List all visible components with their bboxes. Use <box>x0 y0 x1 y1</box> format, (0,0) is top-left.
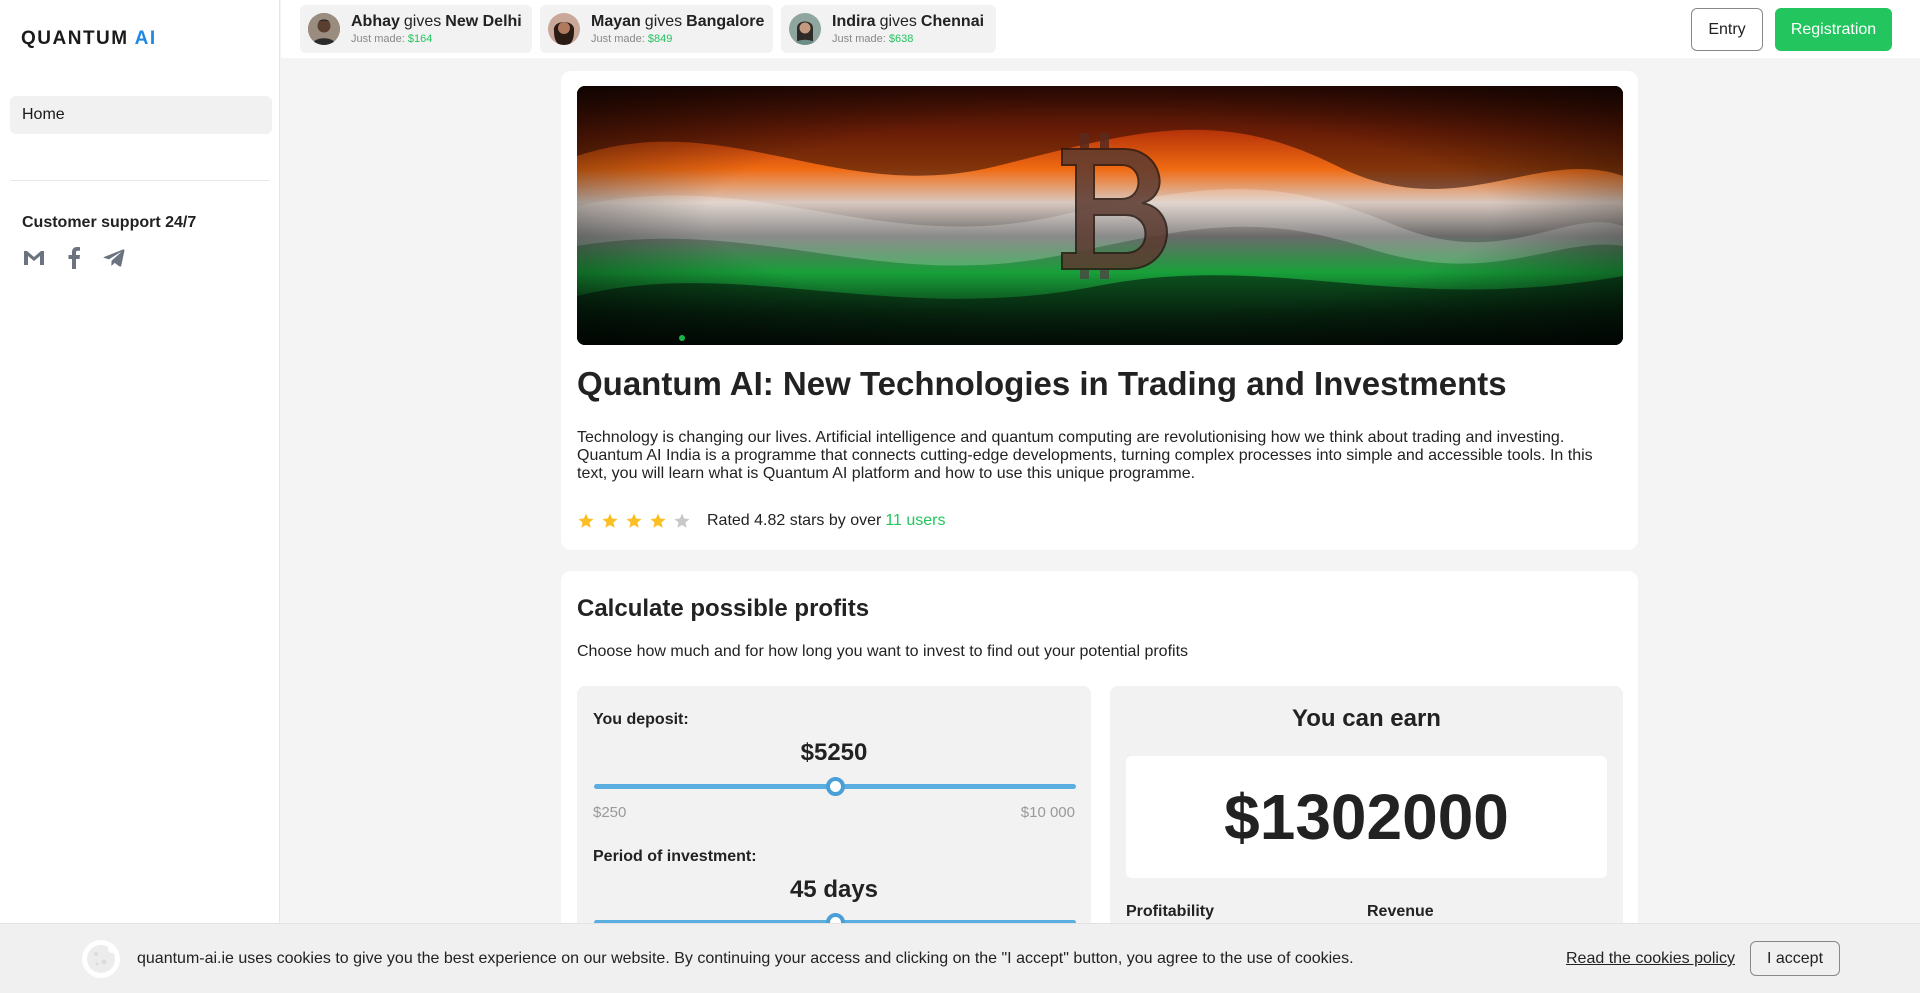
logo[interactable]: QUANTUM AI <box>21 28 157 50</box>
notif-city: Bangalore <box>686 13 765 30</box>
rating-users-link[interactable]: 11 users <box>885 512 945 529</box>
support-title: Customer support 24/7 <box>22 214 197 231</box>
notification-3: Indira gives Chennai Just made: $638 <box>781 5 996 53</box>
entry-button[interactable]: Entry <box>1691 8 1763 51</box>
earn-title: You can earn <box>1292 705 1441 732</box>
star-icon <box>578 513 594 528</box>
notif-gives: gives <box>403 13 442 30</box>
cookie-icon <box>82 940 120 978</box>
profitability-label: Profitability <box>1126 903 1215 920</box>
notif-city: New Delhi <box>445 13 522 30</box>
revenue-label: Revenue <box>1367 903 1434 920</box>
deposit-value: $5250 <box>800 739 868 766</box>
deposit-min: $250 <box>593 804 627 821</box>
notif-amount: $164 <box>407 33 433 45</box>
deposit-slider[interactable] <box>594 777 1076 796</box>
cookie-banner: quantum-ai.ie uses cookies to give you t… <box>0 923 1920 993</box>
deposit-max: $10 000 <box>1020 804 1075 821</box>
intro-card: Quantum AI: New Technologies in Trading … <box>561 71 1638 550</box>
calculator-subtitle: Choose how much and for how long you wan… <box>577 643 1189 660</box>
notif-name: Abhay <box>351 13 400 30</box>
accept-cookies-button[interactable]: I accept <box>1750 941 1840 976</box>
rating-text: Rated 4.82 stars by over <box>707 512 882 529</box>
deposit-label: You deposit: <box>593 711 689 728</box>
hero-image <box>577 86 1623 345</box>
notif-name: Mayan <box>591 13 641 30</box>
star-icon <box>674 513 690 528</box>
topbar: Abhay gives New Delhi Just made: $164 Maya… <box>281 0 1920 58</box>
article-description: Technology is changing our lives. Artifi… <box>577 429 1593 482</box>
notif-made-label: Just made: <box>832 33 886 45</box>
notif-city: Chennai <box>920 13 985 30</box>
earn-value: $1302000 <box>1126 756 1607 878</box>
social-links <box>22 246 126 270</box>
notif-made-label: Just made: <box>591 33 645 45</box>
star-icon <box>626 513 642 528</box>
notif-made-label: Just made: <box>351 33 405 45</box>
cookie-policy-link[interactable]: Read the cookies policy <box>1566 950 1735 968</box>
sidebar-divider <box>10 180 270 181</box>
sidebar: QUANTUM AI Home Customer support 24/7 <box>0 0 280 993</box>
gmail-icon[interactable] <box>22 246 46 270</box>
avatar <box>308 13 340 45</box>
notif-amount: $638 <box>888 33 914 45</box>
facebook-icon[interactable] <box>62 246 86 270</box>
registration-button[interactable]: Registration <box>1775 8 1892 51</box>
period-value: 45 days <box>789 876 879 903</box>
notif-name: Indira <box>832 13 876 30</box>
logo-main: QUANTUM <box>21 28 129 49</box>
logo-accent: AI <box>134 28 157 49</box>
period-label: Period of investment: <box>593 848 757 865</box>
notif-gives: gives <box>879 13 917 30</box>
calculator-title: Calculate possible profits <box>577 595 870 622</box>
bitcoin-india-flag-image <box>577 86 1623 345</box>
cookie-text: quantum-ai.ie uses cookies to give you t… <box>137 950 1354 967</box>
notif-gives: gives <box>644 13 683 30</box>
notif-amount: $849 <box>647 33 673 45</box>
star-icon <box>602 513 618 528</box>
telegram-icon[interactable] <box>102 246 126 270</box>
notification-2: Mayan gives Bangalore Just made: $849 <box>540 5 773 53</box>
page-title: Quantum AI: New Technologies in Trading … <box>577 365 1507 402</box>
avatar <box>548 13 580 45</box>
sidebar-item-home[interactable]: Home <box>10 96 272 134</box>
rating: Rated 4.82 stars by over 11 users <box>577 512 946 530</box>
star-rating <box>577 512 691 530</box>
avatar <box>789 13 821 45</box>
deposit-slider-thumb[interactable] <box>826 777 845 796</box>
star-icon <box>650 513 666 528</box>
notification-1: Abhay gives New Delhi Just made: $164 <box>300 5 532 53</box>
